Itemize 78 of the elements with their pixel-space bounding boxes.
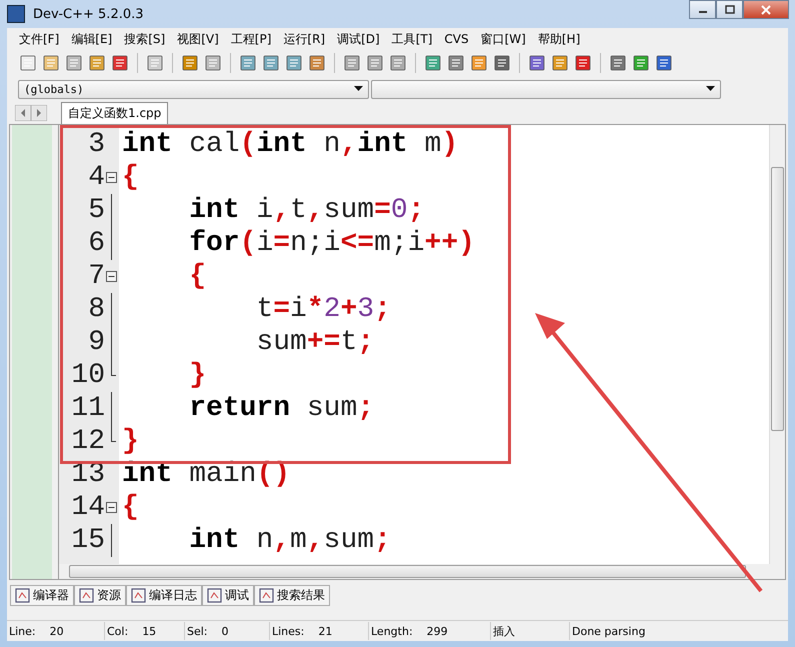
- menu-item[interactable]: 搜索[S]: [118, 30, 172, 48]
- status-value: 15: [142, 624, 156, 638]
- code-line: int n,m,sum;: [188, 525, 391, 556]
- file-tab[interactable]: 自定义函数1.cpp: [61, 102, 168, 124]
- close-button[interactable]: [743, 0, 789, 19]
- vertical-scrollbar[interactable]: [769, 125, 785, 564]
- maximize-icon: [724, 5, 734, 14]
- menu-item[interactable]: 窗口[W]: [474, 30, 532, 48]
- code-line: int i,t,sum=0;: [188, 195, 425, 226]
- code-line: for(i=n;i<=m;i++): [188, 228, 475, 259]
- menu-item[interactable]: 调试[D]: [331, 30, 386, 48]
- line-number: 10: [71, 360, 105, 391]
- panel-icon: [79, 588, 94, 602]
- panel-tab[interactable]: 调试: [202, 584, 254, 606]
- code-line: {: [121, 162, 139, 193]
- status-value: 20: [50, 624, 64, 638]
- page-icon[interactable]: [609, 54, 627, 72]
- line-number: 6: [88, 228, 105, 259]
- line-number: 12: [71, 426, 105, 457]
- status-label: Length:: [371, 624, 413, 638]
- line-number: 3: [88, 129, 105, 160]
- menu-item[interactable]: 运行[R]: [277, 30, 332, 48]
- window-title: Dev-C++ 5.2.0.3: [33, 6, 144, 22]
- code-line: int cal(int n,int m): [121, 129, 458, 160]
- scroll-left-button[interactable]: [15, 105, 31, 121]
- scroll-right-button[interactable]: [31, 105, 47, 121]
- horizontal-scrollbar[interactable]: [59, 564, 785, 579]
- panel-tab[interactable]: 编译日志: [126, 584, 202, 606]
- menu-item[interactable]: 工程[P]: [224, 30, 278, 48]
- line-number: 5: [88, 195, 105, 226]
- caret-icon: [706, 86, 715, 92]
- status-label: Lines:: [272, 624, 304, 638]
- code-line: return sum;: [188, 393, 374, 424]
- status-value: 299: [426, 624, 448, 638]
- status-value: 插入: [493, 624, 515, 638]
- line-number: 8: [88, 294, 105, 325]
- panel-icon: [207, 588, 222, 602]
- fold-toggle-icon[interactable]: [106, 271, 117, 282]
- app-icon: [7, 5, 25, 23]
- dropdown[interactable]: (globals): [18, 80, 369, 98]
- panel-icon: [259, 588, 274, 602]
- status-value: 21: [318, 624, 332, 638]
- caret-icon: [354, 86, 363, 92]
- menu-item[interactable]: 视图[V]: [171, 30, 225, 48]
- line-number: 4: [88, 162, 105, 193]
- status-label: Sel:: [187, 624, 208, 638]
- menu-item[interactable]: CVS: [438, 32, 475, 46]
- line-number: 15: [71, 525, 105, 556]
- code-line: {: [188, 261, 206, 292]
- minimize-button[interactable]: [689, 0, 716, 19]
- menu-item[interactable]: 帮助[H]: [532, 30, 586, 48]
- line-number: 14: [71, 492, 105, 523]
- status-value: 0: [222, 624, 229, 638]
- code-line: sum+=t;: [255, 327, 374, 358]
- status-label: Col:: [107, 624, 128, 638]
- panel-icon: [15, 588, 30, 602]
- code-line: t=i*2+3;: [255, 294, 391, 325]
- status-label: Line:: [9, 624, 36, 638]
- panel-tab[interactable]: 编译器: [10, 584, 74, 606]
- status-value: Done parsing: [572, 624, 646, 638]
- panel-icon: [131, 588, 146, 602]
- menu-item[interactable]: 文件[F]: [13, 30, 66, 48]
- line-number: 11: [71, 393, 105, 424]
- fold-toggle-icon[interactable]: [106, 502, 117, 513]
- new-file-icon[interactable]: [19, 54, 37, 72]
- panel-tab[interactable]: 资源: [74, 584, 126, 606]
- code-line: {: [121, 492, 139, 523]
- fold-line: [111, 524, 112, 557]
- line-number: 7: [88, 261, 105, 292]
- menu-item[interactable]: 工具[T]: [386, 30, 438, 48]
- panel-tab[interactable]: 搜索结果: [254, 584, 330, 606]
- line-number: 9: [88, 327, 105, 358]
- menu-item[interactable]: 编辑[E]: [65, 30, 118, 48]
- dropdown[interactable]: [371, 80, 721, 98]
- code-line: }: [188, 360, 206, 391]
- fold-toggle-icon[interactable]: [106, 172, 117, 183]
- code-line: }: [121, 426, 139, 457]
- maximize-button[interactable]: [716, 0, 743, 19]
